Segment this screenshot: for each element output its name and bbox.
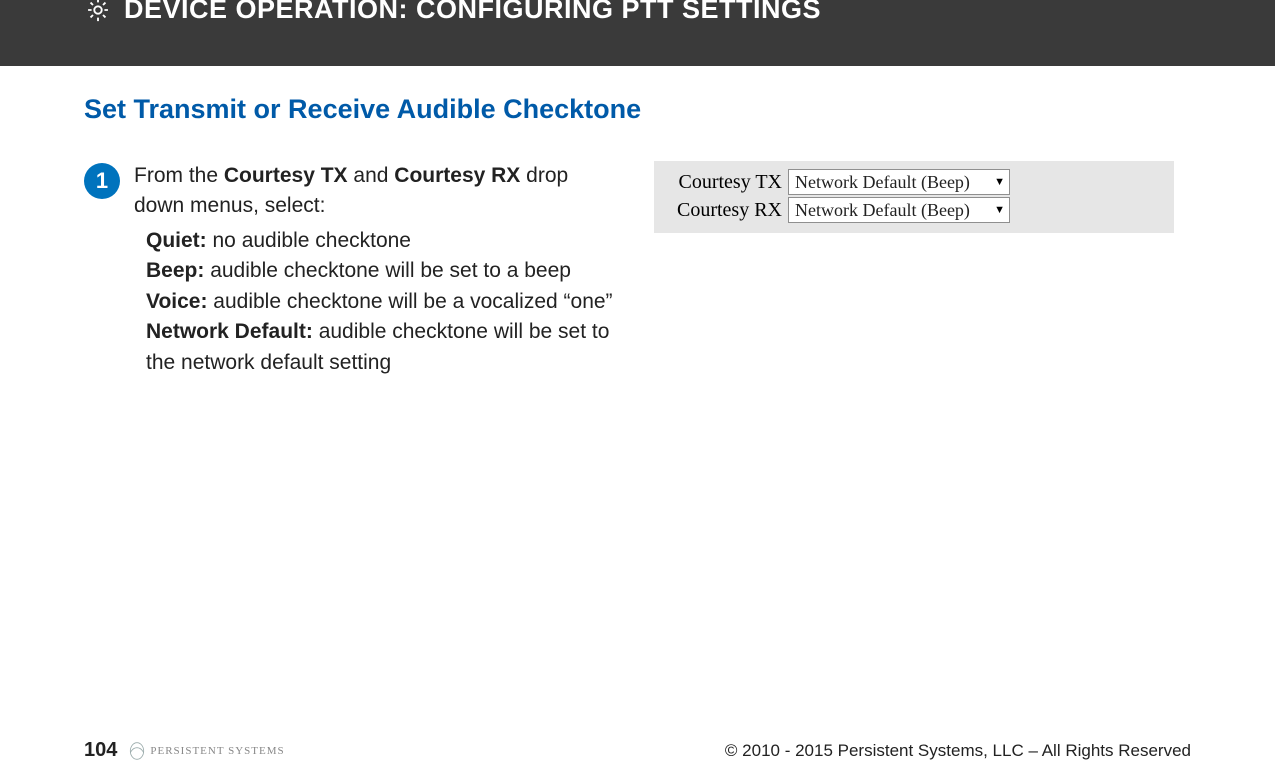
step-lead-bold-1: Courtesy TX (224, 164, 348, 187)
brand-logo-text: PERSISTENT SYSTEMS (150, 745, 284, 757)
step-lead-bold-2: Courtesy RX (394, 164, 520, 187)
courtesy-tx-label: Courtesy TX (662, 171, 788, 194)
step-block: 1 From the Courtesy TX and Courtesy RX d… (84, 161, 614, 378)
dropdown-value: Network Default (Beep) (795, 200, 970, 221)
footer: 104 PERSISTENT SYSTEMS © 2010 - 2015 Per… (0, 739, 1275, 762)
section-title: Set Transmit or Receive Audible Checkton… (84, 94, 1191, 125)
chevron-down-icon: ▼ (994, 176, 1005, 188)
copyright-text: © 2010 - 2015 Persistent Systems, LLC – … (725, 741, 1191, 761)
setting-row: Courtesy RX Network Default (Beep) ▼ (662, 197, 1166, 223)
logo-swoosh-icon (127, 741, 147, 761)
definition-item: Quiet: no audible checktone (146, 226, 614, 256)
brand-logo: PERSISTENT SYSTEMS (127, 741, 284, 761)
definition-term: Beep: (146, 259, 204, 282)
definition-desc: audible checktone will be a vocalized “o… (207, 290, 612, 313)
definition-item: Beep: audible checktone will be set to a… (146, 256, 614, 286)
header-bar: DEVICE OPERATION: CONFIGURING PTT SETTIN… (0, 0, 1275, 66)
definition-term: Network Default: (146, 320, 313, 343)
page-number: 104 (84, 739, 117, 762)
dropdown-value: Network Default (Beep) (795, 172, 970, 193)
definition-list: Quiet: no audible checktone Beep: audibl… (134, 226, 614, 378)
definition-term: Quiet: (146, 229, 207, 252)
footer-left: 104 PERSISTENT SYSTEMS (84, 739, 285, 762)
definition-term: Voice: (146, 290, 207, 313)
courtesy-rx-dropdown[interactable]: Network Default (Beep) ▼ (788, 197, 1010, 223)
settings-panel: Courtesy TX Network Default (Beep) ▼ Cou… (654, 161, 1174, 233)
step-text: From the Courtesy TX and Courtesy RX dro… (134, 161, 614, 378)
step-lead-pre: From the (134, 164, 224, 187)
chevron-down-icon: ▼ (994, 204, 1005, 216)
courtesy-tx-dropdown[interactable]: Network Default (Beep) ▼ (788, 169, 1010, 195)
definition-desc: audible checktone will be set to a beep (204, 259, 571, 282)
definition-item: Network Default: audible checktone will … (146, 317, 614, 378)
gear-icon (84, 0, 112, 24)
content-area: Set Transmit or Receive Audible Checkton… (0, 66, 1275, 378)
header-title: DEVICE OPERATION: CONFIGURING PTT SETTIN… (124, 0, 821, 25)
definition-desc: no audible checktone (207, 229, 411, 252)
setting-row: Courtesy TX Network Default (Beep) ▼ (662, 169, 1166, 195)
step-lead-mid: and (348, 164, 395, 187)
step-number-badge: 1 (84, 163, 120, 199)
step-lead: From the Courtesy TX and Courtesy RX dro… (134, 164, 568, 217)
definition-item: Voice: audible checktone will be a vocal… (146, 287, 614, 317)
courtesy-rx-label: Courtesy RX (662, 199, 788, 222)
